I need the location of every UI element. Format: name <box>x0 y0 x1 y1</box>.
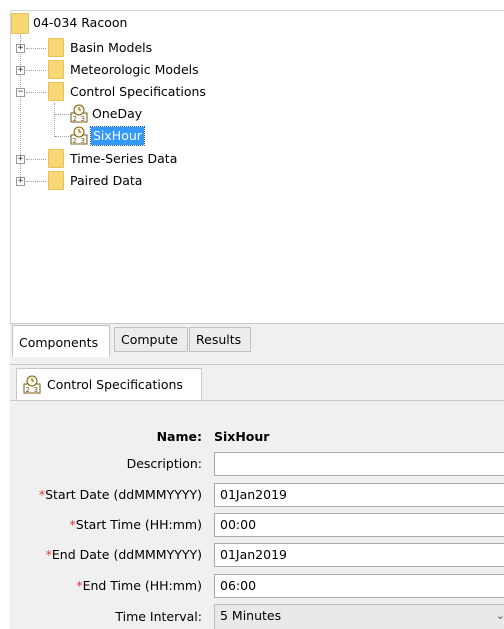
expand-icon[interactable]: + <box>16 66 25 75</box>
svg-text:2: 2 <box>73 115 77 123</box>
folder-icon <box>48 171 64 190</box>
time-interval-label: Time Interval: <box>115 609 202 624</box>
component-tree: 04-034 Racoon + Basin Models + Meteorolo… <box>10 10 504 323</box>
start-time-field[interactable]: 00:00 <box>214 513 504 537</box>
tree-connector <box>55 136 71 137</box>
tree-item-label: Basin Models <box>70 40 153 55</box>
end-time-label-text: End Time (HH:mm) <box>82 578 202 593</box>
tree-item-basin-models[interactable]: + Basin Models <box>11 38 271 58</box>
folder-icon <box>48 60 64 79</box>
start-date-label: *Start Date (ddMMMYYYY): <box>39 487 202 502</box>
svg-text:3: 3 <box>81 115 85 123</box>
svg-text:2: 2 <box>73 137 77 145</box>
tab-control-specifications[interactable]: 2 3 Control Specifications <box>16 368 202 400</box>
tree-item-time-series-data[interactable]: + Time-Series Data <box>11 149 271 169</box>
expand-icon[interactable]: + <box>16 44 25 53</box>
folder-icon <box>48 38 64 57</box>
tree-connector <box>26 70 46 71</box>
start-time-label-text: Start Time (HH:mm) <box>75 517 202 532</box>
collapse-icon[interactable]: − <box>16 88 25 97</box>
end-time-label: *End Time (HH:mm) <box>76 578 202 593</box>
tree-item-label: Paired Data <box>70 173 143 188</box>
explorer-tabs: Components Compute Results <box>10 323 504 357</box>
end-date-label: *End Date (ddMMMYYYY) <box>46 547 202 562</box>
time-interval-value: 5 Minutes <box>220 608 282 623</box>
chevron-down-icon[interactable]: ⌄ <box>496 605 504 627</box>
start-date-label-text: Start Date (ddMMMYYYY) <box>45 487 202 502</box>
start-date-field[interactable]: 01Jan2019 <box>214 483 504 507</box>
tab-components[interactable]: Components <box>12 325 110 357</box>
control-spec-icon: 2 3 <box>23 375 41 394</box>
tree-item-meteorologic-models[interactable]: + Meteorologic Models <box>11 60 271 80</box>
time-interval-select[interactable]: 5 Minutes ⌄ <box>214 604 504 629</box>
tree-root-label: 04-034 Racoon <box>33 15 128 30</box>
folder-icon <box>11 13 29 34</box>
folder-icon <box>48 149 64 168</box>
end-date-label-text: End Date (ddMMMYYYY) <box>51 547 202 562</box>
svg-text:3: 3 <box>81 137 85 145</box>
tree-item-oneday[interactable]: 2 3 OneDay <box>11 104 211 124</box>
svg-text:2: 2 <box>26 386 30 394</box>
description-field[interactable] <box>214 452 504 476</box>
end-date-field[interactable]: 01Jan2019 <box>214 543 504 567</box>
control-spec-form: Name: SixHour Description: *Start Date (… <box>10 400 504 629</box>
tree-item-control-specifications[interactable]: − Control Specifications <box>11 82 271 102</box>
tree-connector <box>55 114 71 115</box>
folder-icon <box>48 82 64 101</box>
name-value: SixHour <box>214 429 270 444</box>
end-time-field[interactable]: 06:00 <box>214 574 504 598</box>
tree-connector <box>26 92 46 93</box>
tree-root[interactable]: 04-034 Racoon <box>11 13 211 34</box>
tab-compute[interactable]: Compute <box>114 327 188 352</box>
divider <box>10 364 504 365</box>
start-time-label: *Start Time (HH:mm) <box>70 517 202 532</box>
tree-item-label: OneDay <box>92 106 143 121</box>
description-label: Description: <box>126 456 202 471</box>
control-spec-icon: 2 3 <box>70 126 88 145</box>
tree-connector <box>26 181 46 182</box>
name-label: Name: <box>156 429 202 444</box>
tree-item-sixhour[interactable]: 2 3 SixHour <box>11 126 211 146</box>
tab-results[interactable]: Results <box>189 327 251 352</box>
svg-text:3: 3 <box>34 386 38 394</box>
tree-item-label: Meteorologic Models <box>70 62 199 77</box>
tree-item-label: Time-Series Data <box>70 151 178 166</box>
tree-item-label-selected: SixHour <box>90 126 145 146</box>
tab-label: Control Specifications <box>47 377 183 392</box>
tree-item-paired-data[interactable]: + Paired Data <box>11 171 271 191</box>
tree-connector <box>26 48 46 49</box>
tree-connector <box>26 159 46 160</box>
control-spec-icon: 2 3 <box>70 104 88 123</box>
tree-item-label: Control Specifications <box>70 84 206 99</box>
expand-icon[interactable]: + <box>16 155 25 164</box>
expand-icon[interactable]: + <box>16 177 25 186</box>
